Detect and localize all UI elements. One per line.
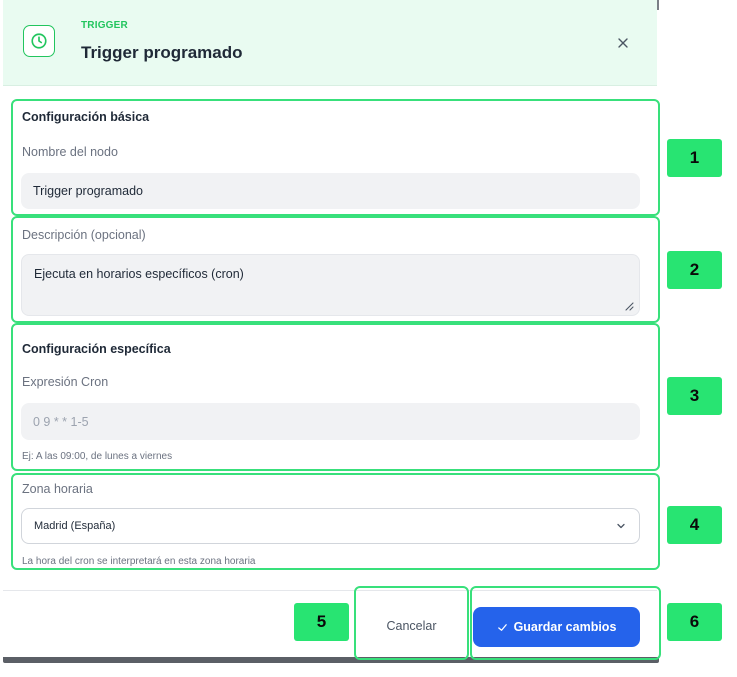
resize-handle-icon[interactable] xyxy=(625,302,634,311)
cron-input[interactable]: 0 9 * * 1-5 xyxy=(21,403,640,440)
marker-4: 4 xyxy=(667,506,722,544)
save-label: Guardar cambios xyxy=(513,620,617,634)
description-value: Ejecuta en horarios específicos (cron) xyxy=(34,267,244,281)
panel-header: TRIGGER Trigger programado xyxy=(3,0,657,86)
panel-right-edge xyxy=(657,0,659,10)
close-button[interactable] xyxy=(613,33,633,53)
header-kicker: TRIGGER xyxy=(81,20,128,31)
clock-icon xyxy=(23,25,55,57)
cron-label: Expresión Cron xyxy=(22,375,109,389)
cron-hint: Ej: A las 09:00, de lunes a viernes xyxy=(22,451,173,462)
close-icon xyxy=(618,38,628,48)
node-name-input[interactable]: Trigger programado xyxy=(21,173,640,209)
chevron-down-icon xyxy=(617,523,625,529)
description-textarea[interactable]: Ejecuta en horarios específicos (cron) xyxy=(21,254,640,316)
marker-6: 6 xyxy=(667,603,722,641)
panel-title: Trigger programado xyxy=(81,43,243,62)
node-name-label: Nombre del nodo xyxy=(22,145,118,159)
timezone-value: Madrid (España) xyxy=(34,520,116,532)
marker-5: 5 xyxy=(294,603,349,641)
check-icon xyxy=(497,623,507,631)
marker-3: 3 xyxy=(667,377,722,415)
timezone-label: Zona horaria xyxy=(22,482,93,496)
cancel-button[interactable]: Cancelar xyxy=(356,606,467,646)
timezone-select[interactable]: Madrid (España) xyxy=(21,508,640,544)
specific-config-heading: Configuración específica xyxy=(22,342,171,356)
timezone-hint: La hora del cron se interpretará en esta… xyxy=(22,556,256,567)
save-button[interactable]: Guardar cambios xyxy=(473,607,640,647)
description-label: Descripción (opcional) xyxy=(22,228,146,242)
marker-1: 1 xyxy=(667,139,722,177)
basic-config-heading: Configuración básica xyxy=(22,110,150,124)
marker-2: 2 xyxy=(667,251,722,289)
